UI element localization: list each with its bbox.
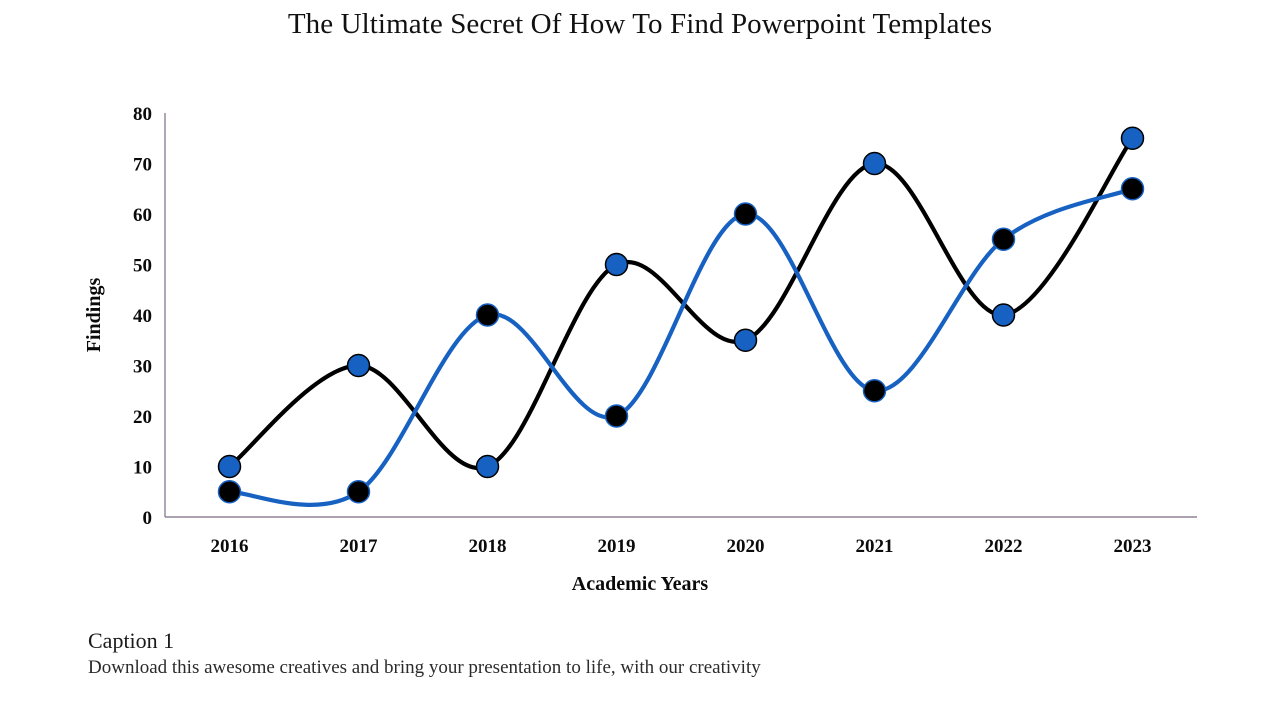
series-black-line [227, 136, 1135, 471]
data-point-marker [346, 353, 371, 378]
data-point-marker [475, 303, 500, 327]
y-axis-title: Findings [83, 278, 105, 353]
data-point-marker [733, 202, 758, 226]
data-point-marker [1120, 177, 1145, 201]
y-tick-label: 10 [133, 458, 152, 479]
x-tick-label: 2020 [727, 536, 765, 557]
caption: Caption 1 Download this awesome creative… [88, 628, 1188, 680]
series-blue-markers [217, 177, 1145, 504]
x-tick-label: 2017 [340, 536, 379, 557]
caption-subtitle: Download this awesome creatives and brin… [88, 657, 761, 679]
data-point-marker [217, 480, 242, 504]
data-point-marker [1120, 126, 1145, 150]
data-point-marker [862, 379, 887, 403]
y-tick-label: 20 [133, 407, 152, 428]
data-point-marker [991, 303, 1016, 327]
y-tick-label: 0 [143, 508, 153, 529]
x-tick-label: 2019 [598, 536, 636, 557]
data-point-marker [604, 252, 629, 277]
x-tick-label: 2018 [469, 536, 507, 557]
data-point-marker [475, 454, 500, 479]
data-point-marker [346, 480, 371, 504]
y-tick-label: 30 [133, 357, 152, 378]
x-tick-label: 2022 [985, 536, 1023, 557]
x-tick-label: 2016 [211, 536, 249, 557]
x-axis-tick-labels: 2016 2017 2018 2019 2020 2021 2022 2023 [211, 536, 1152, 557]
data-point-marker [991, 227, 1016, 251]
data-point-marker [862, 151, 887, 176]
slide-canvas: The Ultimate Secret Of How To Find Power… [0, 0, 1280, 720]
data-point-marker [733, 328, 758, 352]
y-tick-label: 80 [133, 104, 152, 125]
x-tick-label: 2023 [1114, 536, 1152, 557]
x-axis-title: Academic Years [572, 573, 709, 595]
chart-area: 0 10 20 30 40 50 60 70 80 2016 2017 2018 2019 2020 20… [0, 0, 1280, 620]
x-tick-label: 2021 [856, 536, 894, 557]
data-point-marker [217, 454, 242, 479]
y-axis-tick-labels: 0 10 20 30 40 50 60 70 80 [133, 104, 152, 529]
y-tick-label: 70 [133, 155, 152, 176]
data-point-marker [604, 404, 629, 428]
y-tick-label: 50 [133, 256, 152, 277]
line-chart-svg: 01020304050607080 2016 2017 2018 2019 2020 20… [83, 104, 1197, 595]
caption-title: Caption 1 [88, 628, 175, 653]
y-tick-label: 60 [133, 205, 152, 226]
y-tick-label: 40 [133, 306, 152, 327]
